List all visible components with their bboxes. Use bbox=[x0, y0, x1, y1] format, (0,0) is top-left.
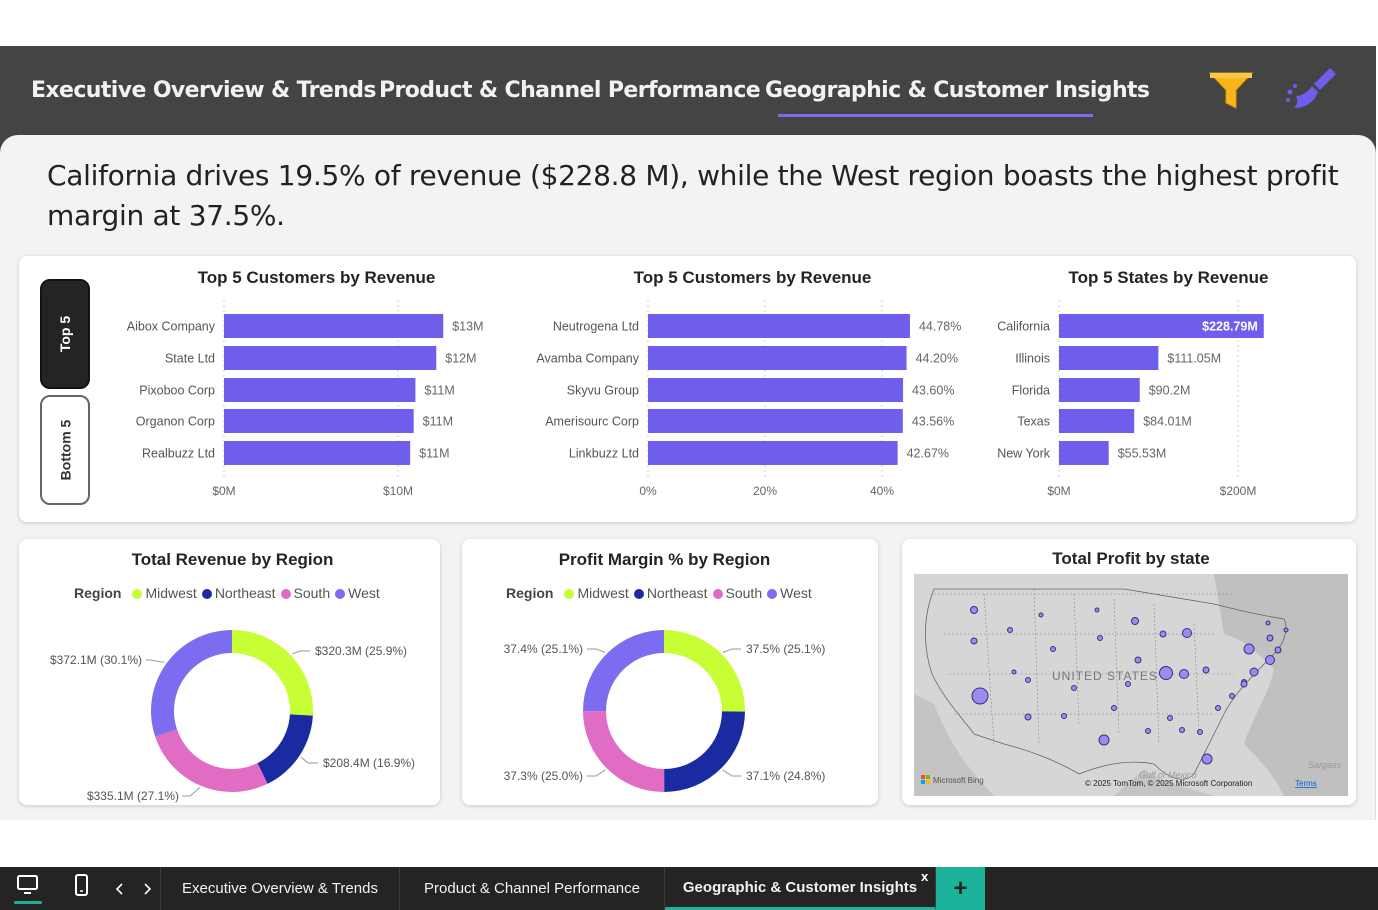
leader-line bbox=[587, 648, 606, 653]
map-terms-link[interactable]: Terms bbox=[1295, 779, 1317, 788]
map-canvas: UNITED STATES Sargass Gulf of Mexico Mic… bbox=[914, 574, 1348, 796]
chevron-left-icon[interactable] bbox=[115, 881, 125, 900]
map-attribution-right: © 2025 TomTom, © 2025 Microsoft Corporat… bbox=[1085, 779, 1252, 788]
page-tab-geographic-customer[interactable]: Geographic & Customer Insights bbox=[665, 867, 936, 910]
us-map[interactable]: UNITED STATES Sargass Gulf of Mexico Mic… bbox=[914, 574, 1348, 796]
slice-label: $208.4M (16.9%) bbox=[323, 756, 415, 770]
donut-slice bbox=[664, 630, 746, 712]
map-attribution-left: Microsoft Bing bbox=[933, 776, 984, 785]
donut-slice bbox=[583, 711, 665, 792]
donut-slice bbox=[664, 711, 745, 792]
slice-label: 37.4% (25.1%) bbox=[504, 642, 583, 656]
donut-slice bbox=[150, 630, 232, 737]
add-page-button[interactable]: + bbox=[936, 867, 985, 910]
page-tab-executive-overview[interactable]: Executive Overview & Trends bbox=[160, 867, 400, 910]
leader-line bbox=[722, 769, 741, 777]
leader-line bbox=[292, 650, 310, 655]
donut-slice bbox=[583, 630, 664, 712]
mobile-view-icon[interactable] bbox=[74, 874, 90, 902]
map-sea-label: Sargass bbox=[1308, 760, 1342, 770]
donut-slice bbox=[232, 630, 313, 716]
close-tab-icon[interactable]: x bbox=[921, 869, 928, 884]
leader-line bbox=[300, 756, 318, 764]
slice-label: $372.1M (30.1%) bbox=[50, 653, 142, 667]
chevron-right-icon[interactable] bbox=[142, 881, 152, 900]
slice-label: $335.1M (27.1%) bbox=[87, 789, 179, 803]
slice-label: 37.1% (24.8%) bbox=[746, 769, 825, 783]
page-tab-product-channel[interactable]: Product & Channel Performance bbox=[400, 867, 665, 910]
slice-label: 37.3% (25.0%) bbox=[504, 769, 583, 783]
slice-label: 37.5% (25.1%) bbox=[746, 642, 825, 656]
donut-slice bbox=[257, 714, 313, 784]
slice-label: $320.3M (25.9%) bbox=[315, 644, 407, 658]
leader-line bbox=[182, 787, 201, 797]
leader-line bbox=[587, 769, 606, 777]
leader-line bbox=[146, 659, 165, 663]
leader-line bbox=[722, 648, 741, 653]
donut-slice bbox=[155, 729, 268, 792]
desktop-view-icon[interactable] bbox=[14, 873, 42, 909]
map-country-label: UNITED STATES bbox=[1052, 669, 1158, 683]
